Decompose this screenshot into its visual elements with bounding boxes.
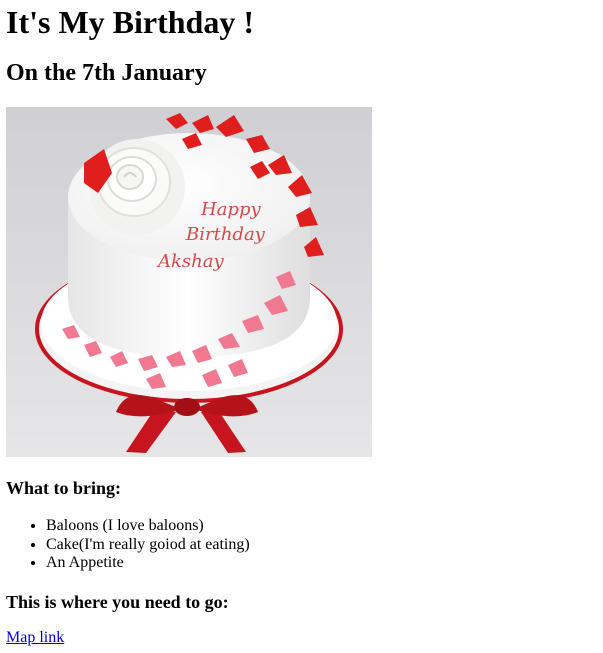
list-item: Baloons (I love baloons) xyxy=(46,517,250,536)
svg-text:Happy: Happy xyxy=(200,199,261,220)
svg-text:Akshay: Akshay xyxy=(156,251,224,272)
svg-text:Birthday: Birthday xyxy=(185,224,266,245)
page-subtitle: On the 7th January xyxy=(6,60,207,86)
location-heading: This is where you need to go: xyxy=(6,592,229,612)
list-item: Cake(I'm really goiod at eating) xyxy=(46,536,250,555)
map-link[interactable]: Map link xyxy=(6,629,64,647)
page-title: It's My Birthday ! xyxy=(6,4,254,40)
bring-list: Baloons (I love baloons) Cake(I'm really… xyxy=(6,517,250,573)
birthday-cake-image: Happy Birthday Akshay xyxy=(6,107,372,457)
bring-heading: What to bring: xyxy=(6,478,122,498)
page: It's My Birthday ! On the 7th January Ha… xyxy=(0,0,603,653)
list-item: An Appetite xyxy=(46,554,250,573)
